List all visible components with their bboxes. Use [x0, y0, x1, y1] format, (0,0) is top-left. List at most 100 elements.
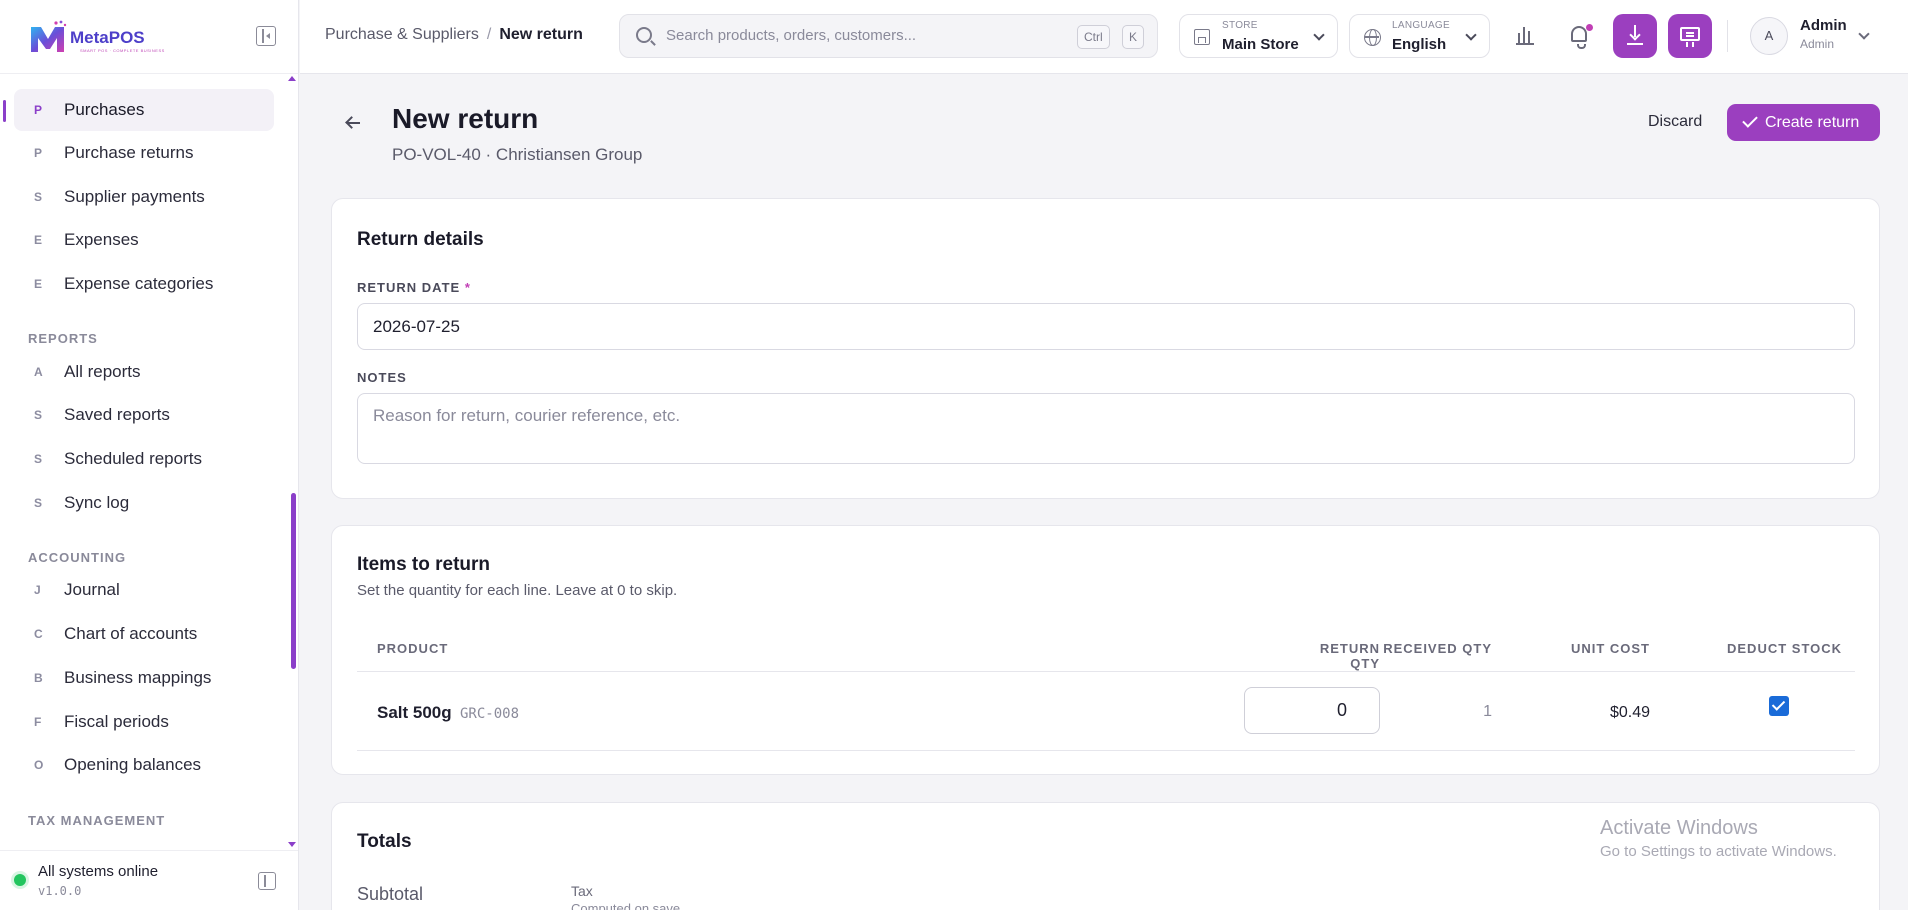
pos-terminal-button[interactable]: [1668, 14, 1712, 58]
return-date-label-text: RETURN DATE: [357, 280, 461, 295]
sidebar-item-supplier-payments[interactable]: S Supplier payments: [14, 176, 274, 218]
subtotal-label: Subtotal: [357, 884, 424, 904]
breadcrumb-parent[interactable]: Purchase & Suppliers: [325, 26, 479, 43]
sidebar-item-label: Sync log: [64, 493, 130, 512]
sidebar-item-label: Expense categories: [64, 274, 214, 293]
footer-collapse-icon[interactable]: [258, 872, 276, 890]
page-title: New return: [392, 103, 539, 134]
user-name[interactable]: Admin: [1800, 17, 1847, 34]
return-qty-input[interactable]: [1244, 687, 1380, 734]
analytics-button[interactable]: [1503, 14, 1547, 58]
section-heading-reports: REPORTS: [28, 331, 98, 346]
create-return-button[interactable]: Create return: [1727, 104, 1880, 141]
sidebar-item-expenses[interactable]: E Expenses: [14, 219, 274, 261]
store-icon: [1194, 29, 1210, 45]
sidebar-item-expense-categories[interactable]: E Expense categories: [14, 263, 274, 305]
sidebar-item-fiscal-periods[interactable]: F Fiscal periods: [14, 701, 274, 743]
notes-textarea[interactable]: [357, 393, 1855, 464]
table-divider: [357, 671, 1855, 672]
nav-letter-icon: O: [34, 758, 44, 772]
nav-letter-icon: P: [34, 146, 43, 160]
chevron-down-icon: [1465, 29, 1477, 41]
nav-letter-icon: E: [34, 233, 43, 247]
language-select[interactable]: LANGUAGE English: [1349, 14, 1490, 58]
items-title: Items to return: [357, 554, 491, 575]
return-date-input[interactable]: [357, 303, 1855, 350]
download-icon: [1628, 25, 1642, 45]
status-online-icon: [14, 874, 26, 886]
nav-letter-icon: S: [34, 452, 43, 466]
kbd-ctrl: Ctrl: [1077, 25, 1110, 49]
metapos-logo-icon: [31, 20, 67, 52]
nav-letter-icon: S: [34, 408, 43, 422]
nav-letter-icon: E: [34, 277, 43, 291]
return-details-title: Return details: [357, 229, 484, 250]
sidebar-collapse-icon[interactable]: [256, 26, 276, 46]
nav-letter-icon: S: [34, 496, 43, 510]
back-arrow-icon[interactable]: [345, 115, 361, 131]
pos-terminal-icon: [1680, 27, 1700, 41]
active-indicator: [3, 100, 6, 122]
check-icon: [1742, 112, 1758, 128]
section-heading-accounting: ACCOUNTING: [28, 550, 127, 565]
sidebar-item-label: Saved reports: [64, 405, 170, 424]
sidebar-item-opening-balances[interactable]: O Opening balances: [14, 744, 274, 786]
discard-button[interactable]: Discard: [1640, 104, 1710, 140]
chevron-down-icon[interactable]: [1858, 28, 1870, 40]
avatar[interactable]: A: [1750, 17, 1788, 55]
sidebar-item-label: Expenses: [64, 230, 139, 249]
create-return-label: Create return: [1765, 113, 1860, 131]
sidebar-item-label: All reports: [64, 362, 141, 381]
page-subtitle: PO-VOL-40 · Christiansen Group: [392, 145, 643, 164]
items-card: Items to return Set the quantity for eac…: [331, 525, 1880, 775]
sidebar-scrollbar[interactable]: [291, 493, 296, 669]
scroll-up-icon[interactable]: [288, 76, 296, 81]
sidebar-item-purchase-returns[interactable]: P Purchase returns: [14, 132, 274, 174]
scroll-down-icon[interactable]: [288, 842, 296, 847]
return-qty-header: RETURN QTY: [1319, 641, 1380, 671]
kbd-k: K: [1122, 25, 1145, 49]
sidebar-item-business-mappings[interactable]: B Business mappings: [14, 657, 274, 699]
sidebar-nav: P Purchases P Purchase returns S Supplie…: [0, 74, 298, 850]
bar-chart-icon: [1516, 27, 1534, 45]
logo-row: MetaPOS SMART POS · COMPLETE BUSINESS: [0, 0, 298, 74]
sidebar-item-journal[interactable]: J Journal: [14, 569, 274, 611]
sidebar-item-label: Scheduled reports: [64, 449, 202, 468]
version-text: v1.0.0: [38, 884, 82, 898]
store-select[interactable]: STORE Main Store: [1179, 14, 1338, 58]
tax-label: Tax: [571, 883, 593, 899]
deduct-stock-checkbox[interactable]: [1769, 696, 1789, 716]
sidebar-item-saved-reports[interactable]: S Saved reports: [14, 394, 274, 436]
activate-windows-subtitle: Go to Settings to activate Windows.: [1600, 843, 1837, 860]
nav-letter-icon: F: [34, 715, 42, 729]
divider: [1727, 20, 1728, 52]
totals-title: Totals: [357, 831, 412, 852]
sidebar-item-label: Journal: [64, 580, 120, 599]
sidebar-item-scheduled-reports[interactable]: S Scheduled reports: [14, 438, 274, 480]
column-header-unit-cost: UNIT COST: [1570, 641, 1650, 656]
search-box[interactable]: Ctrl K: [619, 14, 1158, 58]
search-input[interactable]: [666, 27, 1026, 44]
user-role: Admin: [1800, 37, 1835, 51]
notification-dot: [1586, 24, 1593, 31]
breadcrumb: Purchase & Suppliers / New return: [325, 26, 583, 44]
sidebar-item-chart-of-accounts[interactable]: C Chart of accounts: [14, 613, 274, 655]
sidebar-item-label: Purchase returns: [64, 143, 194, 162]
sidebar: MetaPOS SMART POS · COMPLETE BUSINESS P …: [0, 0, 299, 910]
sidebar-item-all-reports[interactable]: A All reports: [14, 351, 274, 393]
sidebar-item-purchases[interactable]: P Purchases: [14, 89, 274, 131]
sidebar-item-label: Business mappings: [64, 668, 212, 687]
notifications-button[interactable]: [1558, 14, 1602, 58]
table-divider: [357, 750, 1855, 751]
sidebar-footer: All systems online v1.0.0: [0, 850, 298, 910]
language-label: LANGUAGE: [1392, 20, 1450, 31]
sidebar-item-sync-log[interactable]: S Sync log: [14, 482, 274, 524]
sidebar-item-label: Opening balances: [64, 755, 202, 774]
product-sku: GRC-008: [460, 706, 520, 722]
nav-letter-icon: B: [34, 671, 43, 685]
nav-letter-icon: C: [34, 627, 43, 641]
column-header-product: PRODUCT: [377, 641, 449, 656]
notes-label: NOTES: [357, 370, 407, 385]
download-button[interactable]: [1613, 14, 1657, 58]
breadcrumb-separator: /: [486, 26, 492, 43]
